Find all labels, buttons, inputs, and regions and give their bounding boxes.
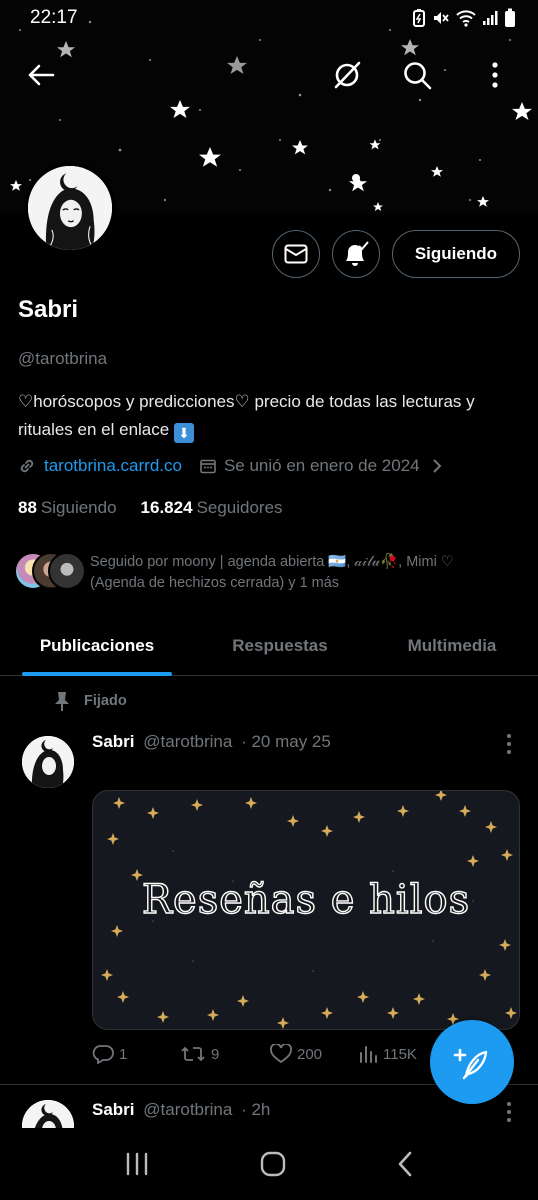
active-tab-indicator	[22, 672, 172, 676]
reply-button[interactable]: 1	[92, 1044, 127, 1064]
compose-feather-icon	[453, 1048, 488, 1080]
chevron-right-icon[interactable]	[432, 458, 442, 474]
post-header: Sabri @tarotbrina · 2h	[92, 1100, 270, 1120]
notifications-button[interactable]	[331, 230, 380, 278]
battery-icon	[505, 8, 515, 27]
mute-icon	[434, 12, 449, 24]
more-options-button[interactable]	[472, 52, 518, 98]
battery-saver-icon	[413, 9, 425, 27]
heart-icon	[270, 1044, 292, 1064]
follower-facepile	[14, 552, 86, 590]
following-stat[interactable]: 88 Siguiendo	[18, 498, 117, 518]
post-more-button[interactable]	[504, 734, 514, 754]
post-time: · 20 may 25	[241, 732, 331, 751]
like-button[interactable]: 200	[270, 1044, 322, 1064]
post-author-name[interactable]: Sabri	[92, 732, 135, 751]
followed-by[interactable]: Seguido por moony | agenda abierta 🇦🇷, 𝒶…	[14, 552, 490, 594]
back-button[interactable]	[18, 52, 64, 98]
down-arrow-emoji: ⬇	[173, 423, 194, 443]
profile-meta: tarotbrina.carrd.co Se unió en enero de …	[18, 456, 442, 476]
repost-button[interactable]: 9	[180, 1044, 219, 1064]
media-title: Reseñas e hilos	[141, 876, 471, 923]
back-nav-icon[interactable]	[396, 1150, 414, 1178]
pinned-label: Fijado	[54, 690, 127, 712]
profile-bio: ♡horóscopos y predicciones♡ precio de to…	[18, 388, 518, 444]
back-arrow-icon	[28, 64, 55, 86]
post-author-name[interactable]: Sabri	[92, 1100, 135, 1119]
profile-stats: 88 Siguiendo 16.824 Seguidores	[18, 498, 283, 518]
post-engagement-bar: 1 9 200 115K	[92, 1044, 422, 1072]
profile-tabs: Publicaciones Respuestas Multimedia	[0, 616, 538, 676]
post-media-image[interactable]: Reseñas e hilos	[92, 790, 520, 1030]
grok-button[interactable]	[324, 52, 370, 98]
profile-avatar[interactable]	[24, 162, 116, 254]
compose-post-button[interactable]	[430, 1020, 514, 1104]
search-button[interactable]	[394, 52, 440, 98]
calendar-icon	[200, 459, 216, 474]
followed-by-text: Seguido por moony | agenda abierta 🇦🇷, 𝒶…	[90, 554, 454, 591]
post-author-handle: @tarotbrina	[143, 1100, 233, 1119]
status-time: 22:17	[30, 7, 78, 28]
status-bar: 22:17	[0, 0, 538, 36]
tab-media[interactable]: Multimedia	[366, 616, 538, 675]
system-navigation-bar	[0, 1128, 538, 1200]
profile-actions: Siguiendo	[271, 230, 520, 278]
profile-handle: @tarotbrina	[18, 349, 108, 368]
reply-icon	[92, 1045, 114, 1064]
more-vertical-icon	[492, 62, 498, 88]
analytics-icon	[360, 1046, 377, 1063]
post-more-button[interactable]	[504, 1102, 514, 1122]
wifi-icon	[456, 10, 476, 27]
profile-link[interactable]: tarotbrina.carrd.co	[44, 456, 182, 476]
search-icon	[404, 62, 432, 90]
tab-replies[interactable]: Respuestas	[194, 616, 366, 675]
bell-subscribed-icon	[345, 241, 369, 266]
recent-apps-icon[interactable]	[124, 1152, 150, 1176]
following-button[interactable]: Siguiendo	[391, 230, 520, 278]
top-nav	[0, 44, 538, 106]
followers-stat[interactable]: 16.824 Seguidores	[141, 498, 283, 518]
bio-text: ♡horóscopos y predicciones♡ precio de to…	[18, 392, 475, 439]
pin-icon	[55, 692, 69, 711]
joined-date: Se unió en enero de 2024	[223, 456, 420, 475]
avatar	[48, 552, 86, 590]
profile-name: Sabri	[18, 296, 79, 323]
link-icon	[20, 459, 34, 473]
avatar-illustration	[28, 166, 112, 250]
post-author-handle: @tarotbrina	[143, 732, 233, 751]
post-header: Sabri @tarotbrina · 20 may 25	[92, 732, 331, 752]
message-button[interactable]	[271, 230, 320, 278]
avatar-illustration	[22, 736, 74, 788]
views-button[interactable]: 115K	[358, 1044, 417, 1064]
repost-icon	[181, 1046, 205, 1062]
home-icon[interactable]	[259, 1150, 287, 1178]
grok-icon	[334, 61, 361, 89]
tab-posts[interactable]: Publicaciones	[0, 616, 194, 676]
post-avatar[interactable]	[22, 736, 74, 788]
mail-icon	[284, 244, 308, 264]
post-time: · 2h	[241, 1100, 271, 1119]
signal-icon	[483, 11, 498, 25]
